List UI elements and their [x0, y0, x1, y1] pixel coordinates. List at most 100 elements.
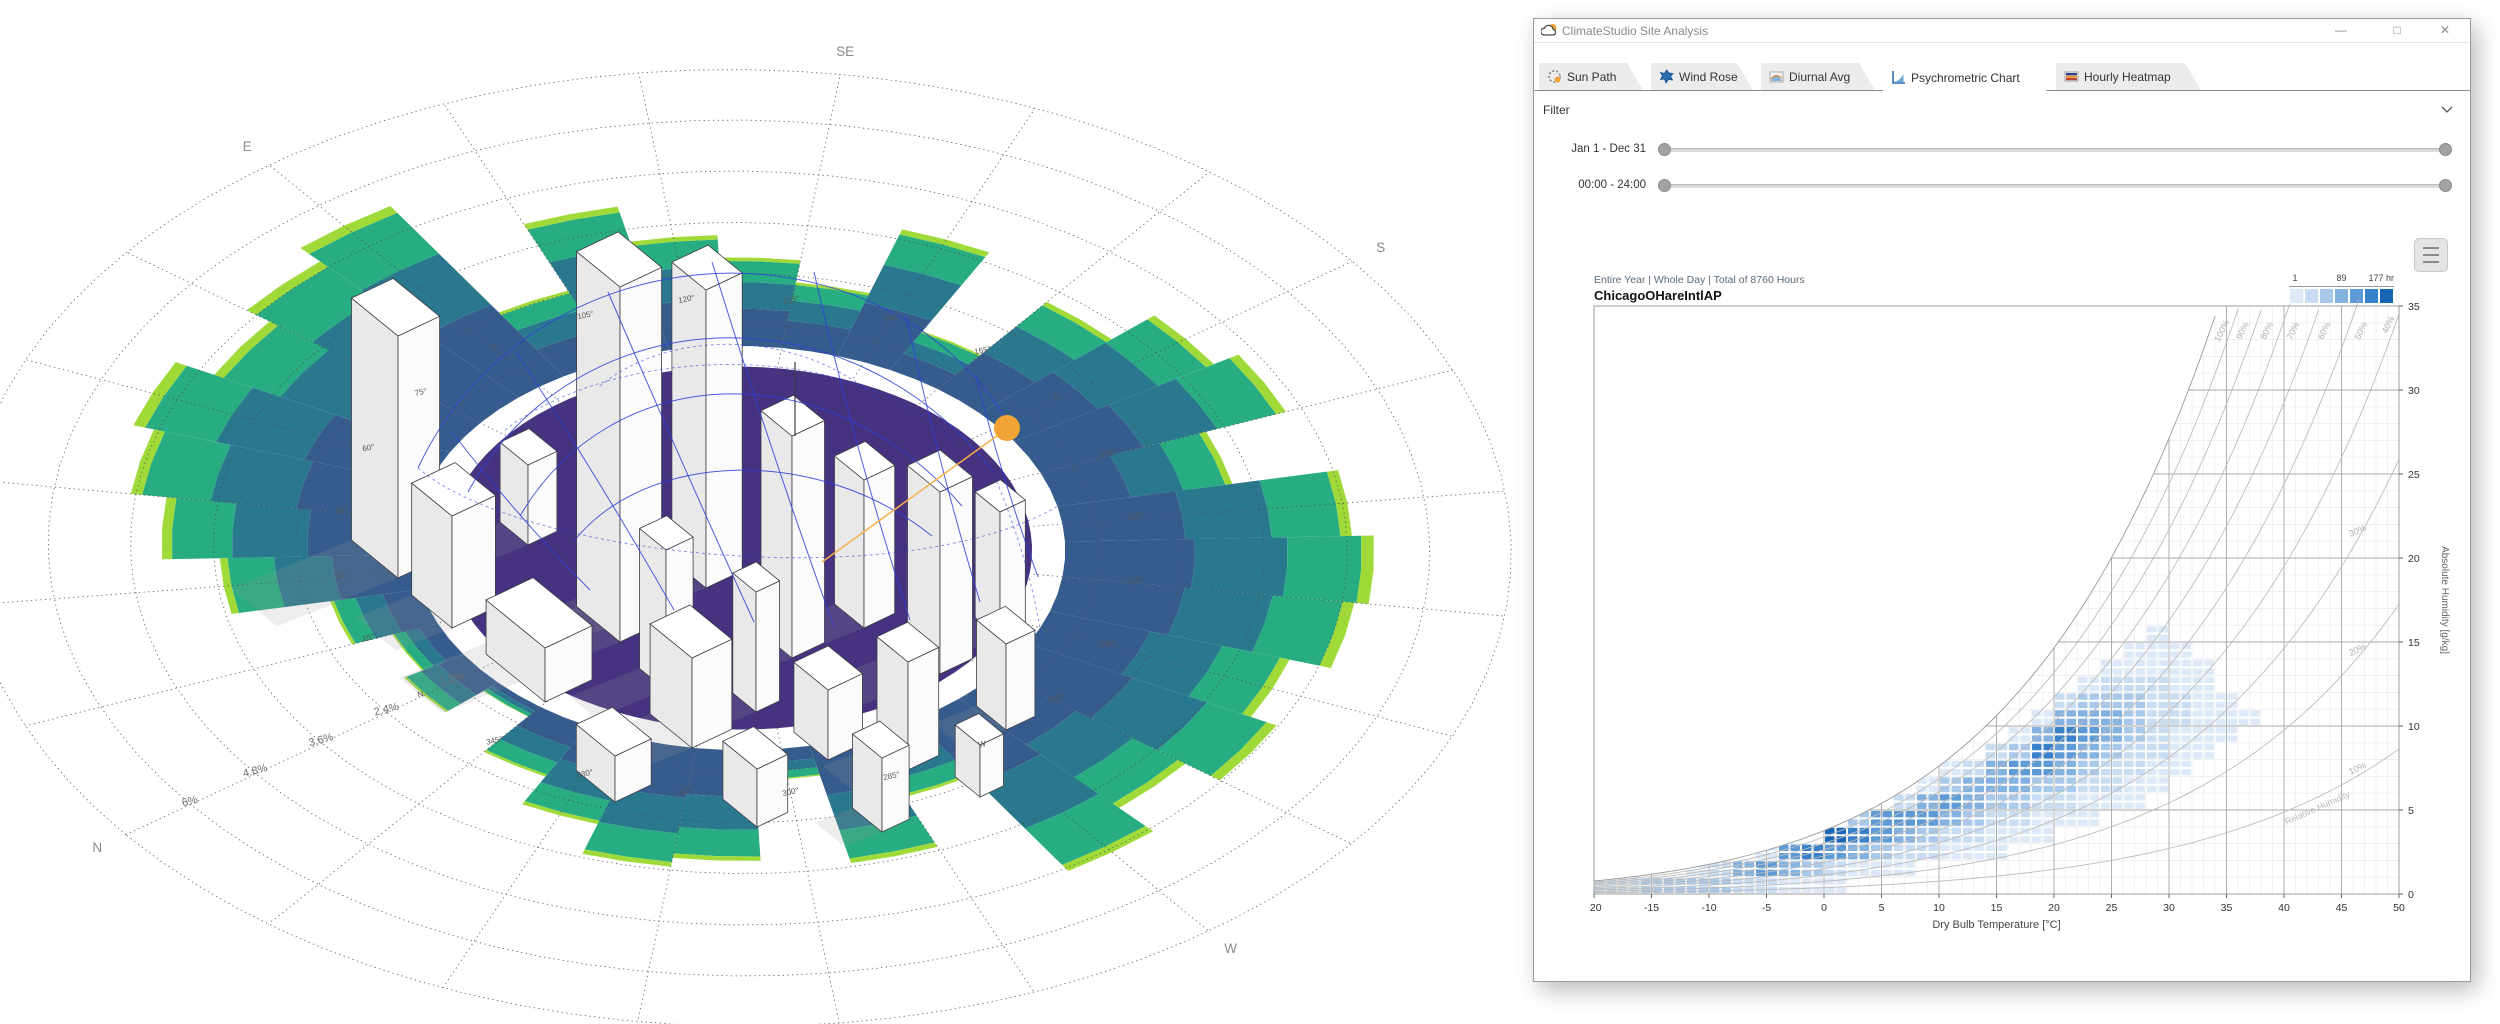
heatmap-cell	[2112, 802, 2122, 809]
heatmap-cell	[2101, 710, 2111, 717]
x-tick-label: -10	[1701, 902, 1716, 914]
heatmap-cell	[2204, 752, 2214, 759]
heatmap-cell	[1825, 869, 1835, 877]
heatmap-cell	[2032, 760, 2042, 767]
date-range-slider[interactable]	[1658, 143, 2452, 156]
heatmap-cell	[1894, 844, 1904, 851]
tab-label: Psychrometric Chart	[1911, 70, 2020, 85]
maximize-button[interactable]: □	[2380, 21, 2414, 40]
tab-hourly-heatmap[interactable]: Hourly Heatmap	[2056, 63, 2201, 90]
heatmap-cell	[2089, 743, 2099, 751]
title-bar[interactable]: ClimateStudio Site Analysis — □ ✕	[1534, 19, 2470, 43]
heatmap-cell	[2193, 743, 2203, 751]
heatmap-cell	[2181, 651, 2191, 658]
date-range-min-handle[interactable]	[1658, 143, 1671, 156]
y-tick-label: 15	[2408, 637, 2420, 649]
heatmap-cell	[2009, 727, 2019, 734]
heatmap-cell	[2078, 735, 2088, 742]
heatmap-cell	[2135, 785, 2145, 793]
time-range-min-handle[interactable]	[1658, 179, 1671, 192]
tab-wind-rose[interactable]: Wind Rose	[1651, 63, 1753, 90]
heatmap-cell	[1974, 785, 1984, 793]
heatmap-cell	[2170, 685, 2180, 692]
heatmap-cell	[1928, 836, 1938, 843]
heatmap-cell	[2204, 735, 2214, 742]
heatmap-cell	[2066, 718, 2076, 725]
heatmap-cell	[2181, 659, 2191, 667]
heatmap-cell	[2124, 777, 2134, 784]
tab-sun-path[interactable]: Sun Path	[1539, 63, 1643, 90]
heatmap-cell	[2147, 668, 2157, 675]
time-range-slider[interactable]	[1658, 179, 2452, 192]
heatmap-cell	[2032, 811, 2042, 818]
heatmap-cell	[2089, 785, 2099, 793]
heatmap-cell	[2066, 710, 2076, 717]
heatmap-cell	[2055, 819, 2065, 826]
heatmap-cell	[2124, 643, 2134, 650]
x-tick-label: -15	[1644, 902, 1659, 914]
heatmap-cell	[2066, 802, 2076, 809]
heatmap-cell	[2032, 769, 2042, 776]
heatmap-cell	[2135, 743, 2145, 751]
psychrometric-chart: Entire Year | Whole Day | Total of 8760 …	[1586, 269, 2459, 964]
building-face	[527, 450, 558, 546]
heatmap-cell	[2089, 811, 2099, 818]
percent-ring-label: 3.6%	[307, 731, 335, 749]
heatmap-cell	[2055, 785, 2065, 793]
date-range-max-handle[interactable]	[2439, 143, 2452, 156]
heatmap-cell	[1790, 886, 1800, 893]
heatmap-cell	[2193, 710, 2203, 717]
y-tick-label: 10	[2408, 721, 2420, 733]
heatmap-cell	[2066, 777, 2076, 784]
heatmap-cell	[2181, 710, 2191, 717]
heatmap-cell	[2181, 685, 2191, 692]
heatmap-cell	[2020, 836, 2030, 843]
site-viewport-3d[interactable]: NNEESESSWWNW1.2%2.4%3.6%4.8%6%15°30°45°6…	[0, 0, 1520, 1024]
chart-menu-button[interactable]	[2414, 238, 2448, 272]
heatmap-cell	[2147, 693, 2157, 700]
heatmap-cell	[1986, 785, 1996, 793]
heatmap-cell	[2124, 769, 2134, 776]
heatmap-cell	[2055, 794, 2065, 801]
heatmap-cell	[2193, 693, 2203, 700]
tab-diurnal-avg[interactable]: Diurnal Avg	[1761, 63, 1875, 90]
chevron-down-icon[interactable]	[2440, 105, 2454, 114]
heatmap-cell	[2089, 693, 2099, 700]
heatmap-cell	[2204, 718, 2214, 725]
heatmap-cell	[2158, 785, 2168, 793]
heatmap-cell	[2204, 701, 2214, 709]
heatmap-cell	[2204, 743, 2214, 751]
heatmap-cell	[1940, 819, 1950, 826]
heatmap-cell	[1963, 836, 1973, 843]
heatmap-cell	[2009, 785, 2019, 793]
heatmap-cell	[1997, 827, 2007, 835]
heatmap-cell	[2216, 735, 2226, 742]
heatmap-cell	[2135, 643, 2145, 650]
heatmap-cell	[2055, 727, 2065, 734]
tab-psychrometric-chart[interactable]: Psychrometric Chart	[1883, 63, 2047, 92]
rh-curve-label: 90%	[2234, 320, 2251, 341]
desktop: { "viewport": { "compass": [ {"az": 0, "…	[0, 0, 2500, 1024]
heatmap-cell	[1894, 836, 1904, 843]
heatmap-cell	[2204, 693, 2214, 700]
time-range-max-handle[interactable]	[2439, 179, 2452, 192]
minimize-button[interactable]: —	[2324, 21, 2358, 40]
y-tick-label: 25	[2408, 469, 2420, 481]
close-button[interactable]: ✕	[2428, 21, 2462, 40]
percent-ring-label: 2.4%	[373, 701, 401, 719]
heatmap-cell	[1986, 794, 1996, 801]
heatmap-cell	[2101, 752, 2111, 759]
heatmap-cell	[2181, 701, 2191, 709]
heatmap-cell	[2124, 794, 2134, 801]
heatmap-cell	[2089, 727, 2099, 734]
heatmap-cell	[2066, 752, 2076, 759]
heatmap-cell	[1963, 785, 1973, 793]
x-tick-label: 15	[1991, 902, 2003, 914]
heatmap-cell	[2009, 769, 2019, 776]
heatmap-cell	[2170, 710, 2180, 717]
compass-label: W	[1224, 941, 1237, 956]
wind-rose-sector-band	[172, 497, 237, 560]
heatmap-cell	[2101, 802, 2111, 809]
heatmap-cell	[1836, 861, 1846, 868]
heatmap-cell	[1882, 811, 1892, 818]
